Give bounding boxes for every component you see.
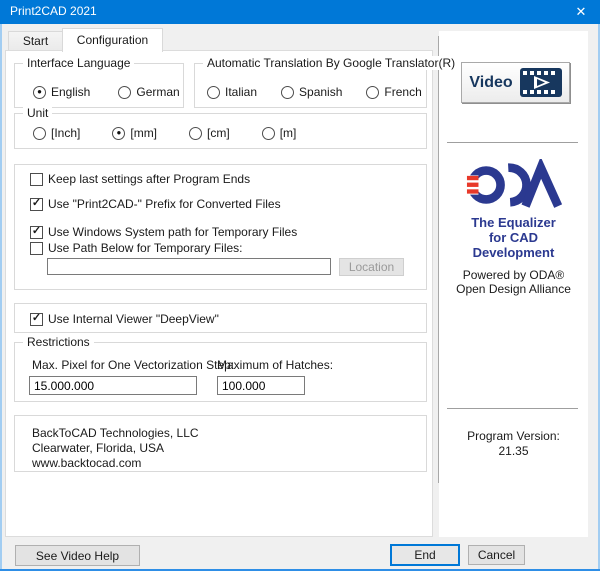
close-icon[interactable]: ✕ [566, 0, 596, 24]
radio-german[interactable]: German [118, 85, 179, 99]
radio-italian[interactable]: Italian [207, 85, 257, 99]
program-version-value: 21.35 [439, 444, 588, 459]
configuration-page: Interface Language ● English German Auto… [5, 50, 433, 537]
radio-label: [cm] [207, 126, 230, 140]
checkbox-box [30, 242, 43, 255]
max-pixel-label: Max. Pixel for One Vectorization Step: [32, 358, 234, 372]
radio-circle: ● [33, 86, 46, 99]
group-title-auto-translation: Automatic Translation By Google Translat… [203, 56, 459, 70]
check-mark: ✓ [32, 313, 41, 324]
titlebar: Print2CAD 2021 ✕ [0, 0, 600, 24]
company-location: Clearwater, Florida, USA [32, 441, 199, 456]
vertical-separator [438, 36, 439, 483]
check-mark: ✓ [32, 226, 41, 237]
see-video-help-button[interactable]: See Video Help [15, 545, 140, 566]
checkbox-label: Use Windows System path for Temporary Fi… [48, 225, 297, 239]
radio-label: [Inch] [51, 126, 80, 140]
video-button[interactable]: Video [461, 62, 570, 103]
radio-label: Italian [225, 85, 257, 99]
location-button[interactable]: Location [339, 258, 404, 276]
radio-circle [281, 86, 294, 99]
temp-path-input[interactable] [47, 258, 331, 275]
divider-bottom [447, 408, 578, 409]
checkbox-label: Use "Print2CAD-" Prefix for Converted Fi… [48, 197, 281, 211]
radio-circle [366, 86, 379, 99]
checkbox-label: Use Path Below for Temporary Files: [48, 241, 243, 255]
radio-inch[interactable]: [Inch] [33, 126, 80, 140]
radio-spanish[interactable]: Spanish [281, 85, 342, 99]
max-hatches-input[interactable] [217, 376, 305, 395]
checkbox-windows-system-path[interactable]: ✓ Use Windows System path for Temporary … [30, 225, 297, 239]
window-border-left [0, 24, 2, 571]
check-mark: ✓ [32, 198, 41, 209]
checkbox-keep-last-settings[interactable]: Keep last settings after Program Ends [30, 172, 250, 186]
oda-tagline: The Equalizer for CAD Development [439, 215, 588, 260]
radio-circle [33, 127, 46, 140]
radio-circle [207, 86, 220, 99]
panel-settings: Keep last settings after Program Ends ✓ … [14, 164, 427, 290]
checkbox-prefix-converted-files[interactable]: ✓ Use "Print2CAD-" Prefix for Converted … [30, 197, 281, 211]
tagline-line3: Development [439, 245, 588, 260]
radio-label: [m] [280, 126, 297, 140]
tab-configuration[interactable]: Configuration [62, 28, 163, 52]
radio-dot: ● [37, 88, 42, 96]
group-title-interface-language: Interface Language [23, 56, 134, 70]
footer-bar: See Video Help End Cancel [2, 537, 598, 569]
checkbox-path-below-temp-files[interactable]: Use Path Below for Temporary Files: [30, 241, 243, 255]
divider-top [447, 142, 578, 143]
right-panel: Video [439, 31, 588, 537]
company-website: www.backtocad.com [32, 456, 199, 471]
panel-viewer: ✓ Use Internal Viewer "DeepView" [14, 303, 427, 333]
program-version: Program Version: 21.35 [439, 429, 588, 459]
cancel-button[interactable]: Cancel [468, 545, 525, 565]
max-pixel-input[interactable] [29, 376, 197, 395]
video-button-label: Video [469, 74, 512, 92]
radio-circle [118, 86, 131, 99]
group-auto-translation: Automatic Translation By Google Translat… [194, 63, 427, 108]
end-button[interactable]: End [390, 544, 460, 566]
radio-french[interactable]: French [366, 85, 421, 99]
checkbox-internal-viewer-deepview[interactable]: ✓ Use Internal Viewer "DeepView" [30, 312, 219, 326]
radio-dot: ● [116, 129, 121, 137]
dialog-window: Print2CAD 2021 ✕ Start Configuration Int… [0, 0, 600, 571]
group-title-restrictions: Restrictions [23, 335, 94, 349]
radio-english[interactable]: ● English [33, 85, 90, 99]
radio-circle: ● [112, 127, 125, 140]
radio-circle [189, 127, 202, 140]
max-hatches-label: Maximum of Hatches: [217, 358, 333, 372]
radio-label: French [384, 85, 421, 99]
radio-mm[interactable]: ● [mm] [112, 126, 157, 140]
powered-line1: Powered by ODA® [439, 268, 588, 282]
powered-line2: Open Design Alliance [439, 282, 588, 296]
group-interface-language: Interface Language ● English German [14, 63, 184, 108]
radio-m[interactable]: [m] [262, 126, 297, 140]
radio-cm[interactable]: [cm] [189, 126, 230, 140]
radio-label: Spanish [299, 85, 342, 99]
oda-logo-icon [466, 159, 562, 211]
radio-label: German [136, 85, 179, 99]
group-title-unit: Unit [23, 106, 52, 120]
tagline-line2: for CAD [439, 230, 588, 245]
program-version-label: Program Version: [439, 429, 588, 444]
radio-label: English [51, 85, 90, 99]
group-unit: Unit [Inch] ● [mm] [cm] [m] [14, 113, 427, 149]
checkbox-box: ✓ [30, 226, 43, 239]
checkbox-box [30, 173, 43, 186]
powered-by-text: Powered by ODA® Open Design Alliance [439, 268, 588, 296]
radio-circle [262, 127, 275, 140]
panel-company-info: BackToCAD Technologies, LLC Clearwater, … [14, 415, 427, 472]
checkbox-box: ✓ [30, 198, 43, 211]
window-title: Print2CAD 2021 [10, 4, 97, 18]
tab-start[interactable]: Start [8, 31, 63, 51]
tagline-line1: The Equalizer [439, 215, 588, 230]
checkbox-label: Use Internal Viewer "DeepView" [48, 312, 219, 326]
checkbox-label: Keep last settings after Program Ends [48, 172, 250, 186]
checkbox-box: ✓ [30, 313, 43, 326]
company-name: BackToCAD Technologies, LLC [32, 426, 199, 441]
film-play-icon [520, 68, 562, 97]
radio-label: [mm] [130, 126, 157, 140]
group-restrictions: Restrictions Max. Pixel for One Vectoriz… [14, 342, 427, 402]
